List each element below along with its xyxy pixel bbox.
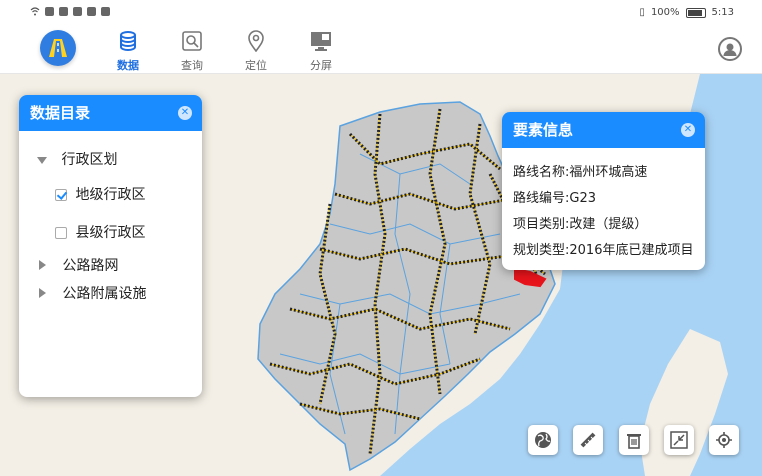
tree-node-label: 公路路网 [62,258,119,274]
shield-icon [59,7,68,16]
tab-query[interactable]: 查询 [172,30,212,73]
cloud-icon [73,7,82,16]
battery-percent: 100% [650,7,680,18]
tab-split-screen-label: 分屏 [310,59,332,72]
tab-query-label: 查询 [181,59,203,72]
tree-node-label: 县级行政区 [75,225,146,241]
battery-icon [685,7,706,18]
tab-locate[interactable]: 定位 [236,30,276,73]
road-logo-icon [49,39,67,57]
data-catalog-panel: 数据目录 ✕ 行政区划 地级行政区 县级行政区 公路路网 公路附属设施 [19,95,202,397]
tab-data[interactable]: 数据 [108,30,148,73]
tree-node-label: 地级行政区 [75,187,146,203]
info-route-code: 路线编号:G23 [513,191,596,206]
collapse-view-button[interactable] [664,425,694,455]
notification-icon [45,7,54,16]
tab-split-screen[interactable]: 分屏 [301,30,341,73]
cloud-icon [87,7,96,16]
app-logo[interactable] [40,30,76,66]
collapse-arrow-icon[interactable] [39,260,46,270]
tree-node-label: 公路附属设施 [62,286,147,302]
tree-node-county[interactable]: 县级行政区 [55,222,145,242]
heart-icon [101,7,110,16]
clear-button[interactable] [619,425,649,455]
locate-icon [716,432,732,448]
tree-node-road-facilities[interactable]: 公路附属设施 [39,283,146,303]
location-pin-icon [248,30,264,53]
status-bar: ▯ 100% 5:13 [0,0,762,26]
locate-button[interactable] [709,425,739,455]
info-route-name: 路线名称:福州环城高速 [513,165,648,180]
close-catalog-button[interactable]: ✕ [178,106,192,120]
tab-data-label: 数据 [117,59,139,72]
info-project-type: 项目类别:改建（提级） [513,217,648,232]
user-avatar-button[interactable] [718,37,742,61]
feature-info-title: 要素信息 [513,121,574,139]
split-screen-icon [311,32,331,51]
database-icon [120,31,136,51]
checkbox-checked[interactable] [55,189,67,201]
measure-button[interactable] [573,425,603,455]
collapse-arrow-icon[interactable] [39,288,46,298]
info-plan-type: 规划类型:2016年底已建成项目 [513,243,694,258]
status-icons [30,7,110,16]
collapse-icon [670,431,688,449]
ruler-icon [580,432,596,448]
trash-icon [627,434,641,449]
data-catalog-title: 数据目录 [30,104,91,122]
tree-node-road-network[interactable]: 公路路网 [39,255,118,275]
tree-node-admin-division[interactable]: 行政区划 [37,149,117,169]
user-icon [723,43,737,56]
top-toolbar: 数据 查询 定位 分屏 [0,26,762,74]
tree-node-prefecture[interactable]: 地级行政区 [55,184,145,204]
feature-info-header: 要素信息 ✕ [502,112,705,148]
tree-node-label: 行政区划 [61,152,118,168]
data-catalog-header: 数据目录 ✕ [19,95,202,131]
basemap-button[interactable] [528,425,558,455]
wifi-icon [30,7,40,16]
search-icon [182,31,202,51]
checkbox-unchecked[interactable] [55,227,67,239]
close-info-button[interactable]: ✕ [681,123,695,137]
globe-icon [535,432,551,448]
expand-arrow-icon[interactable] [37,157,47,164]
clock: 5:13 [711,7,734,18]
vibrate-icon: ▯ [639,7,645,18]
feature-info-panel: 要素信息 ✕ 路线名称:福州环城高速 路线编号:G23 项目类别:改建（提级） … [502,112,705,270]
tab-locate-label: 定位 [245,59,267,72]
